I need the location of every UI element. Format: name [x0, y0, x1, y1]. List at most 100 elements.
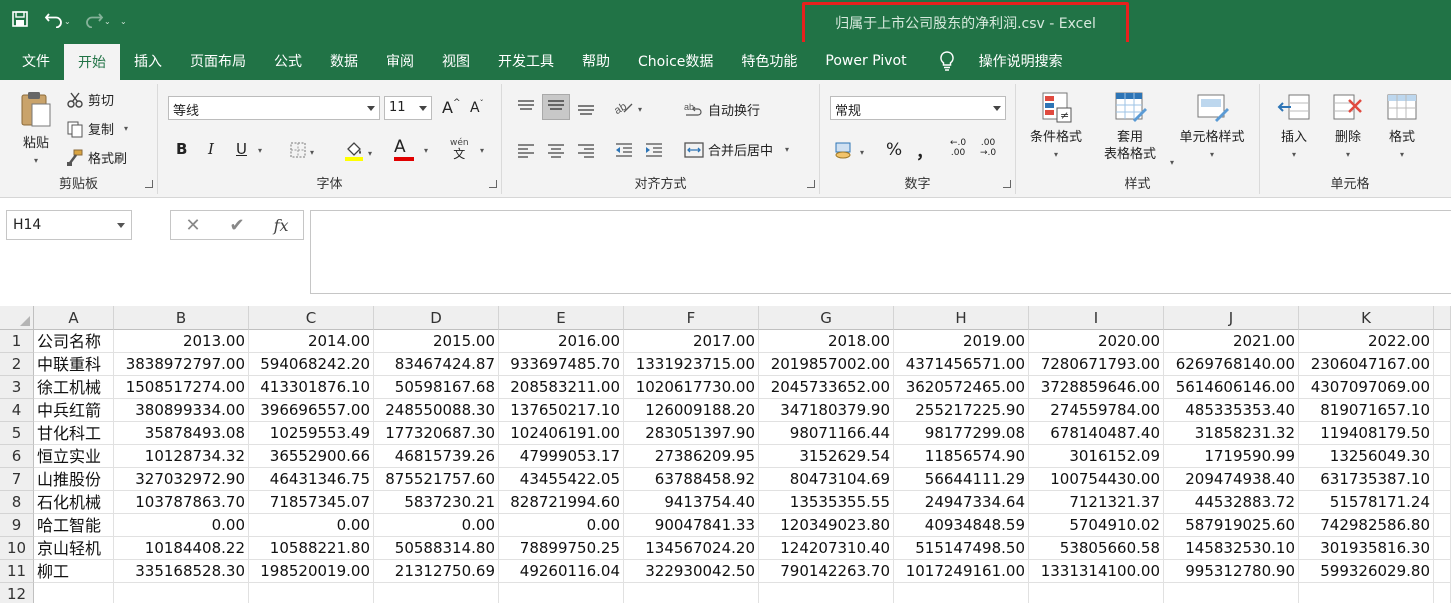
cell-i10[interactable]: 53805660.58: [1029, 537, 1164, 560]
paste-dropdown-icon[interactable]: ▾: [34, 152, 38, 169]
format-cells-button[interactable]: 格式 ▾: [1376, 90, 1428, 163]
cell-f10[interactable]: 134567024.20: [624, 537, 759, 560]
comma-style-button[interactable]: ，: [916, 138, 933, 163]
save-button[interactable]: [6, 7, 34, 35]
cell-i11[interactable]: 1331314100.00: [1029, 560, 1164, 583]
cell-overflow-12[interactable]: [1434, 583, 1451, 603]
cell-g4[interactable]: 347180379.90: [759, 399, 894, 422]
cell-f2[interactable]: 1331923715.00: [624, 353, 759, 376]
cell-b4[interactable]: 380899334.00: [114, 399, 249, 422]
tab-power-pivot[interactable]: Power Pivot: [811, 42, 920, 80]
cell-f12[interactable]: [624, 583, 759, 603]
align-middle-button[interactable]: [542, 94, 570, 120]
cell-overflow-11[interactable]: [1434, 560, 1451, 583]
cell-d11[interactable]: 21312750.69: [374, 560, 499, 583]
row-header-1[interactable]: 1: [0, 330, 34, 353]
conditional-formatting-button[interactable]: ≠ 条件格式 ▾: [1024, 90, 1088, 163]
bold-button[interactable]: B: [176, 140, 187, 158]
cell-d6[interactable]: 46815739.26: [374, 445, 499, 468]
cell-k5[interactable]: 119408179.50: [1299, 422, 1434, 445]
cell-c11[interactable]: 198520019.00: [249, 560, 374, 583]
paste-button[interactable]: 粘贴 ▾: [12, 90, 60, 169]
cell-e8[interactable]: 828721994.60: [499, 491, 624, 514]
cell-e12[interactable]: [499, 583, 624, 603]
column-header-c[interactable]: C: [249, 306, 374, 330]
cell-d3[interactable]: 50598167.68: [374, 376, 499, 399]
number-launcher-icon[interactable]: [1003, 180, 1011, 188]
cell-d8[interactable]: 5837230.21: [374, 491, 499, 514]
tab-data[interactable]: 数据: [316, 42, 372, 80]
cell-a12[interactable]: [34, 583, 114, 603]
clipboard-launcher-icon[interactable]: [145, 180, 153, 188]
cell-d9[interactable]: 0.00: [374, 514, 499, 537]
cell-a2[interactable]: 中联重科: [34, 353, 114, 376]
cell-e3[interactable]: 208583211.00: [499, 376, 624, 399]
cell-d2[interactable]: 83467424.87: [374, 353, 499, 376]
tab-developer[interactable]: 开发工具: [484, 42, 568, 80]
align-bottom-button[interactable]: [576, 98, 596, 120]
cell-g2[interactable]: 2019857002.00: [759, 353, 894, 376]
cell-b7[interactable]: 327032972.90: [114, 468, 249, 491]
row-header-10[interactable]: 10: [0, 537, 34, 560]
increase-font-size-button[interactable]: A ^: [442, 98, 461, 118]
cell-k6[interactable]: 13256049.30: [1299, 445, 1434, 468]
cell-e10[interactable]: 78899750.25: [499, 537, 624, 560]
cell-j4[interactable]: 485335353.40: [1164, 399, 1299, 422]
tab-formulas[interactable]: 公式: [260, 42, 316, 80]
row-header-2[interactable]: 2: [0, 353, 34, 376]
row-header-9[interactable]: 9: [0, 514, 34, 537]
cell-i12[interactable]: [1029, 583, 1164, 603]
cell-g10[interactable]: 124207310.40: [759, 537, 894, 560]
cell-h1[interactable]: 2019.00: [894, 330, 1029, 353]
cell-b6[interactable]: 10128734.32: [114, 445, 249, 468]
cell-g8[interactable]: 13535355.55: [759, 491, 894, 514]
cell-a7[interactable]: 山推股份: [34, 468, 114, 491]
cell-h4[interactable]: 255217225.90: [894, 399, 1029, 422]
cell-k1[interactable]: 2022.00: [1299, 330, 1434, 353]
italic-button[interactable]: I: [208, 140, 214, 158]
cell-a3[interactable]: 徐工机械: [34, 376, 114, 399]
cell-g1[interactable]: 2018.00: [759, 330, 894, 353]
cell-g11[interactable]: 790142263.70: [759, 560, 894, 583]
cell-j1[interactable]: 2021.00: [1164, 330, 1299, 353]
tab-file[interactable]: 文件: [8, 42, 64, 80]
accounting-dropdown-icon[interactable]: ▾: [860, 148, 864, 157]
tab-help[interactable]: 帮助: [568, 42, 624, 80]
cell-i5[interactable]: 678140487.40: [1029, 422, 1164, 445]
cell-h3[interactable]: 3620572465.00: [894, 376, 1029, 399]
cell-k7[interactable]: 631735387.10: [1299, 468, 1434, 491]
cell-d7[interactable]: 875521757.60: [374, 468, 499, 491]
cell-g7[interactable]: 80473104.69: [759, 468, 894, 491]
copy-dropdown-icon[interactable]: ▾: [124, 124, 128, 133]
cell-h10[interactable]: 515147498.50: [894, 537, 1029, 560]
undo-dropdown-icon[interactable]: ⌄: [64, 17, 74, 26]
column-header-f[interactable]: F: [624, 306, 759, 330]
cell-d4[interactable]: 248550088.30: [374, 399, 499, 422]
cell-c5[interactable]: 10259553.49: [249, 422, 374, 445]
cell-h6[interactable]: 11856574.90: [894, 445, 1029, 468]
borders-button[interactable]: ▾: [290, 142, 314, 162]
insert-function-icon[interactable]: fx: [274, 216, 289, 235]
cell-d10[interactable]: 50588314.80: [374, 537, 499, 560]
decrease-font-size-button[interactable]: Aˇ: [470, 99, 484, 117]
customize-qat-icon[interactable]: ⌄: [120, 17, 130, 26]
orientation-dropdown-icon[interactable]: ▾: [638, 105, 642, 114]
cell-f3[interactable]: 1020617730.00: [624, 376, 759, 399]
cell-i7[interactable]: 100754430.00: [1029, 468, 1164, 491]
column-header-overflow[interactable]: [1434, 306, 1451, 330]
format-cells-dropdown-icon[interactable]: ▾: [1400, 146, 1404, 163]
cell-i8[interactable]: 7121321.37: [1029, 491, 1164, 514]
row-header-5[interactable]: 5: [0, 422, 34, 445]
tab-view[interactable]: 视图: [428, 42, 484, 80]
cell-a1[interactable]: 公司名称: [34, 330, 114, 353]
cell-b12[interactable]: [114, 583, 249, 603]
delete-cells-button[interactable]: 删除 ▾: [1322, 90, 1374, 163]
cell-d12[interactable]: [374, 583, 499, 603]
column-header-b[interactable]: B: [114, 306, 249, 330]
cell-e7[interactable]: 43455422.05: [499, 468, 624, 491]
row-header-8[interactable]: 8: [0, 491, 34, 514]
font-color-dropdown-icon[interactable]: ▾: [424, 146, 428, 155]
conditional-formatting-dropdown-icon[interactable]: ▾: [1054, 146, 1058, 163]
tab-home[interactable]: 开始: [64, 44, 120, 80]
select-all-button[interactable]: [0, 306, 34, 330]
